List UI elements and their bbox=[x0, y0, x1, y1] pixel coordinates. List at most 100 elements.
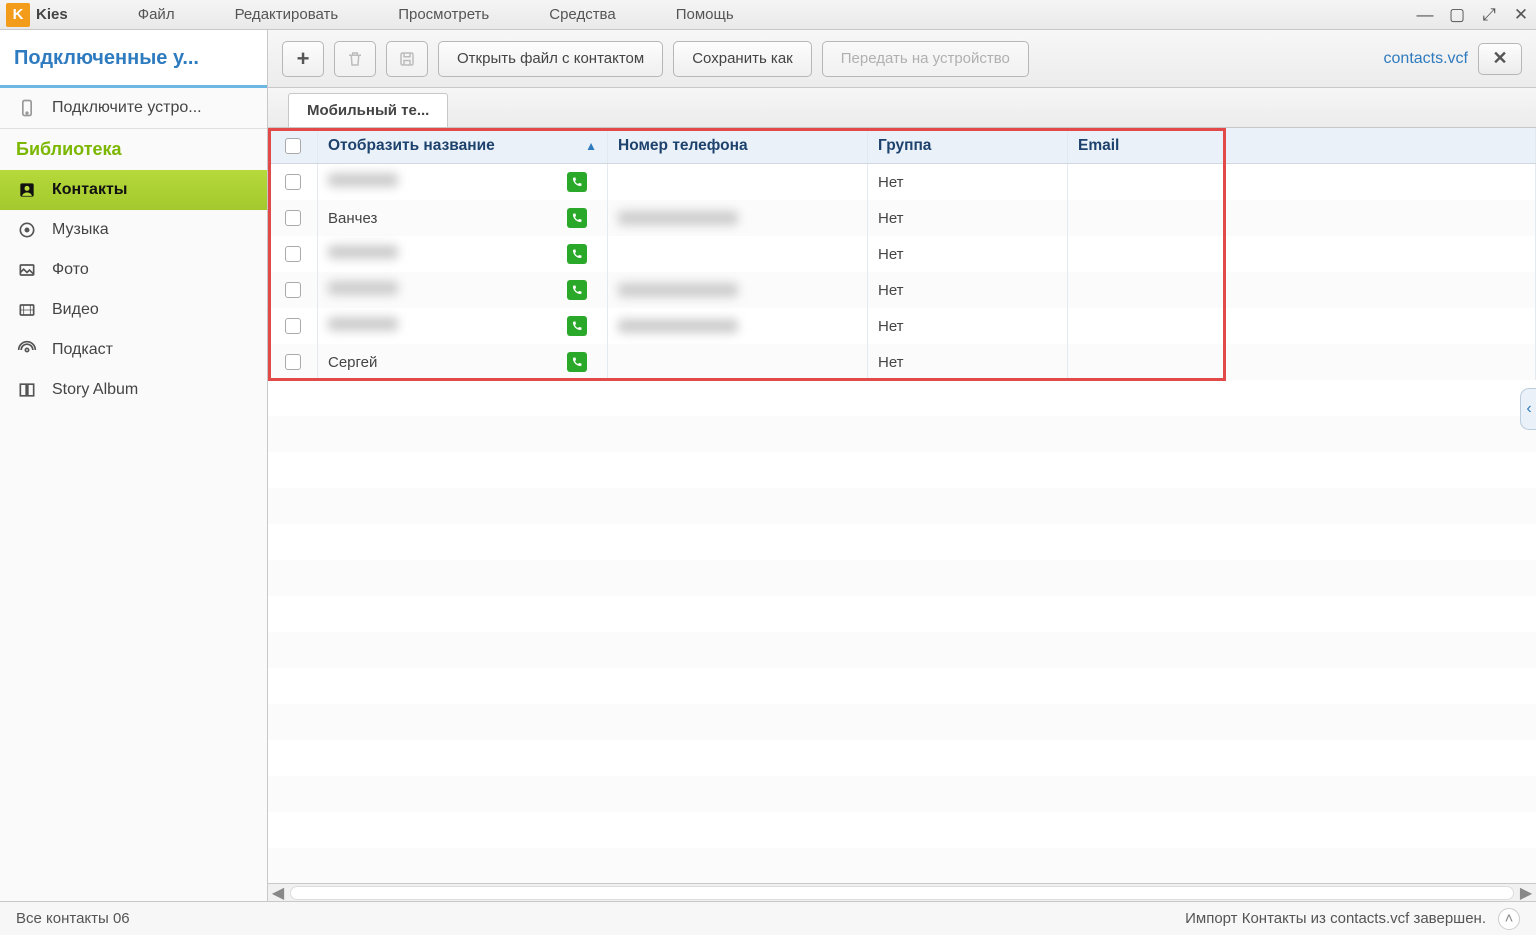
row-name bbox=[328, 245, 398, 263]
story-album-icon bbox=[16, 379, 38, 401]
delete-button[interactable] bbox=[334, 41, 376, 77]
empty-row bbox=[268, 452, 1536, 488]
sidebar-item-contacts[interactable]: Контакты bbox=[0, 170, 267, 210]
scroll-track[interactable] bbox=[290, 886, 1514, 900]
podcast-icon bbox=[16, 339, 38, 361]
music-icon bbox=[16, 219, 38, 241]
menu-tools[interactable]: Средства bbox=[519, 6, 645, 23]
table-row[interactable]: Нет bbox=[268, 236, 1536, 272]
sidebar-item-story-album[interactable]: Story Album bbox=[0, 370, 267, 410]
save-icon bbox=[398, 50, 416, 68]
phone-type-icon bbox=[567, 208, 587, 228]
scroll-right-arrow-icon[interactable]: ▶ bbox=[1516, 883, 1536, 903]
table-row[interactable]: ВанчезНет bbox=[268, 200, 1536, 236]
col-phone[interactable]: Номер телефона bbox=[608, 128, 868, 163]
save-as-button[interactable]: Сохранить как bbox=[673, 41, 812, 77]
col-phone-label: Номер телефона bbox=[618, 137, 748, 155]
phone-type-icon bbox=[567, 280, 587, 300]
col-email[interactable]: Email bbox=[1068, 128, 1536, 163]
sidebar-item-label: Контакты bbox=[52, 181, 127, 199]
app-name: Kies bbox=[36, 6, 68, 23]
minimize-icon[interactable]: — bbox=[1416, 5, 1434, 25]
close-window-icon[interactable]: ✕ bbox=[1512, 5, 1530, 25]
row-checkbox[interactable] bbox=[285, 210, 301, 226]
sidebar-item-video[interactable]: Видео bbox=[0, 290, 267, 330]
empty-row bbox=[268, 596, 1536, 632]
empty-row bbox=[268, 488, 1536, 524]
table-row[interactable]: Нет bbox=[268, 308, 1536, 344]
sidebar-item-label: Фото bbox=[52, 261, 89, 279]
sidebar-item-photo[interactable]: Фото bbox=[0, 250, 267, 290]
table-row[interactable]: Сергей Нет bbox=[268, 344, 1536, 380]
row-checkbox[interactable] bbox=[285, 354, 301, 370]
phone-type-icon bbox=[567, 172, 587, 192]
empty-row bbox=[268, 524, 1536, 560]
menu-edit[interactable]: Редактировать bbox=[205, 6, 369, 23]
empty-row bbox=[268, 632, 1536, 668]
col-email-label: Email bbox=[1078, 137, 1119, 155]
device-icon bbox=[16, 97, 38, 119]
scroll-left-arrow-icon[interactable]: ◀ bbox=[268, 883, 288, 903]
status-expand-button[interactable]: ˄ bbox=[1498, 908, 1520, 930]
empty-row bbox=[268, 848, 1536, 883]
menu-view[interactable]: Просмотреть bbox=[368, 6, 519, 23]
sidebar-item-podcast[interactable]: Подкаст bbox=[0, 330, 267, 370]
main-panel: Мобильный те... Отобразить название ▲ Но… bbox=[268, 88, 1536, 901]
status-left: Все контакты 06 bbox=[16, 910, 130, 927]
row-group: Нет bbox=[878, 174, 904, 191]
empty-rows bbox=[268, 380, 1536, 883]
row-name bbox=[328, 281, 398, 299]
table-row[interactable]: Нет bbox=[268, 272, 1536, 308]
row-checkbox[interactable] bbox=[285, 174, 301, 190]
row-group: Нет bbox=[878, 318, 904, 335]
col-checkbox[interactable] bbox=[268, 128, 318, 163]
chevron-left-icon: ‹ bbox=[1526, 400, 1531, 418]
trash-icon bbox=[346, 50, 364, 68]
panel-collapse-handle[interactable]: ‹ bbox=[1520, 388, 1536, 430]
plus-icon: + bbox=[297, 46, 310, 72]
status-right: Импорт Контакты из contacts.vcf завершен… bbox=[1185, 910, 1486, 927]
col-group[interactable]: Группа bbox=[868, 128, 1068, 163]
connect-device-row[interactable]: Подключите устро... bbox=[0, 88, 267, 128]
horizontal-scrollbar[interactable]: ◀ ▶ bbox=[268, 883, 1536, 901]
content-area: Отобразить название ▲ Номер телефона Гру… bbox=[268, 128, 1536, 883]
table-row[interactable]: Нет bbox=[268, 164, 1536, 200]
col-group-label: Группа bbox=[878, 137, 931, 155]
close-file-button[interactable]: ✕ bbox=[1478, 43, 1522, 75]
close-icon: ✕ bbox=[1492, 48, 1507, 69]
row-name: Ванчез bbox=[328, 210, 377, 227]
devices-heading: Подключенные у... bbox=[14, 47, 199, 70]
menu-file[interactable]: Файл bbox=[108, 6, 205, 23]
open-contact-file-button[interactable]: Открыть файл с контактом bbox=[438, 41, 663, 77]
empty-row bbox=[268, 740, 1536, 776]
row-checkbox[interactable] bbox=[285, 246, 301, 262]
open-file-name: contacts.vcf bbox=[1384, 50, 1468, 68]
save-button[interactable] bbox=[386, 41, 428, 77]
empty-row bbox=[268, 812, 1536, 848]
contacts-icon bbox=[16, 179, 38, 201]
menu-help[interactable]: Помощь bbox=[646, 6, 764, 23]
empty-row bbox=[268, 416, 1536, 452]
sort-asc-icon: ▲ bbox=[585, 139, 597, 153]
row-group: Нет bbox=[878, 246, 904, 263]
library-heading: Библиотека bbox=[0, 129, 267, 170]
video-icon bbox=[16, 299, 38, 321]
sidebar-item-music[interactable]: Музыка bbox=[0, 210, 267, 250]
connect-device-label: Подключите устро... bbox=[52, 99, 202, 117]
chevron-up-icon: ˄ bbox=[1505, 910, 1514, 927]
maximize-icon[interactable]: ▢ bbox=[1448, 5, 1466, 25]
add-contact-button[interactable]: + bbox=[282, 41, 324, 77]
sidebar-item-label: Story Album bbox=[52, 381, 138, 399]
col-name-label: Отобразить название bbox=[328, 137, 495, 155]
row-name: Сергей bbox=[328, 354, 377, 371]
fullscreen-icon[interactable]: ⤢ bbox=[1480, 5, 1498, 25]
row-checkbox[interactable] bbox=[285, 318, 301, 334]
row-group: Нет bbox=[878, 354, 904, 371]
app-logo-icon: K bbox=[6, 3, 30, 27]
select-all-checkbox[interactable] bbox=[285, 138, 301, 154]
col-display-name[interactable]: Отобразить название ▲ bbox=[318, 128, 608, 163]
tab-mobile-phone[interactable]: Мобильный те... bbox=[288, 93, 448, 127]
phone-type-icon bbox=[567, 352, 587, 372]
send-to-device-button[interactable]: Передать на устройство bbox=[822, 41, 1029, 77]
row-checkbox[interactable] bbox=[285, 282, 301, 298]
